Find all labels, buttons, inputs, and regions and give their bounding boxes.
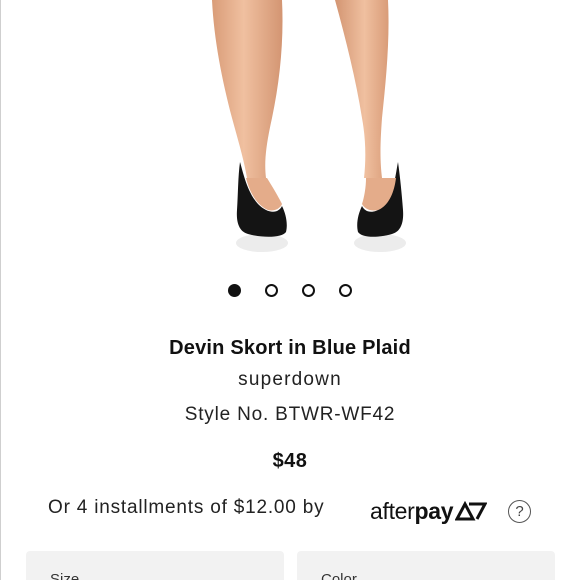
afterpay-logo-pay: pay xyxy=(414,497,454,524)
carousel-dot-3[interactable] xyxy=(302,284,315,297)
product-price: $48 xyxy=(272,450,308,472)
question-circle-icon[interactable]: ? xyxy=(508,500,531,523)
afterpay-logo: after pay xyxy=(370,496,488,526)
product-style-number: Style No. BTWR-WF42 xyxy=(184,404,396,425)
help-glyph: ? xyxy=(515,503,524,520)
product-brand[interactable]: superdown xyxy=(0,369,580,391)
color-select-label: Color xyxy=(321,571,357,580)
size-select[interactable]: Size xyxy=(26,551,284,580)
carousel-pagination xyxy=(0,284,580,297)
product-image[interactable] xyxy=(0,0,580,262)
afterpay-installments-text: Or 4 installments of $12.00 by xyxy=(48,497,325,518)
product-page: Devin Skort in Blue Plaid superdown Styl… xyxy=(0,0,580,580)
product-title: Devin Skort in Blue Plaid xyxy=(169,337,411,359)
carousel-dot-4[interactable] xyxy=(339,284,352,297)
carousel-dot-2[interactable] xyxy=(265,284,278,297)
size-select-label: Size xyxy=(50,571,80,580)
carousel-dot-1[interactable] xyxy=(228,284,241,297)
color-select[interactable]: Color xyxy=(297,551,555,580)
afterpay-arrows-icon xyxy=(455,501,488,521)
afterpay-logo-after: after xyxy=(370,497,415,524)
